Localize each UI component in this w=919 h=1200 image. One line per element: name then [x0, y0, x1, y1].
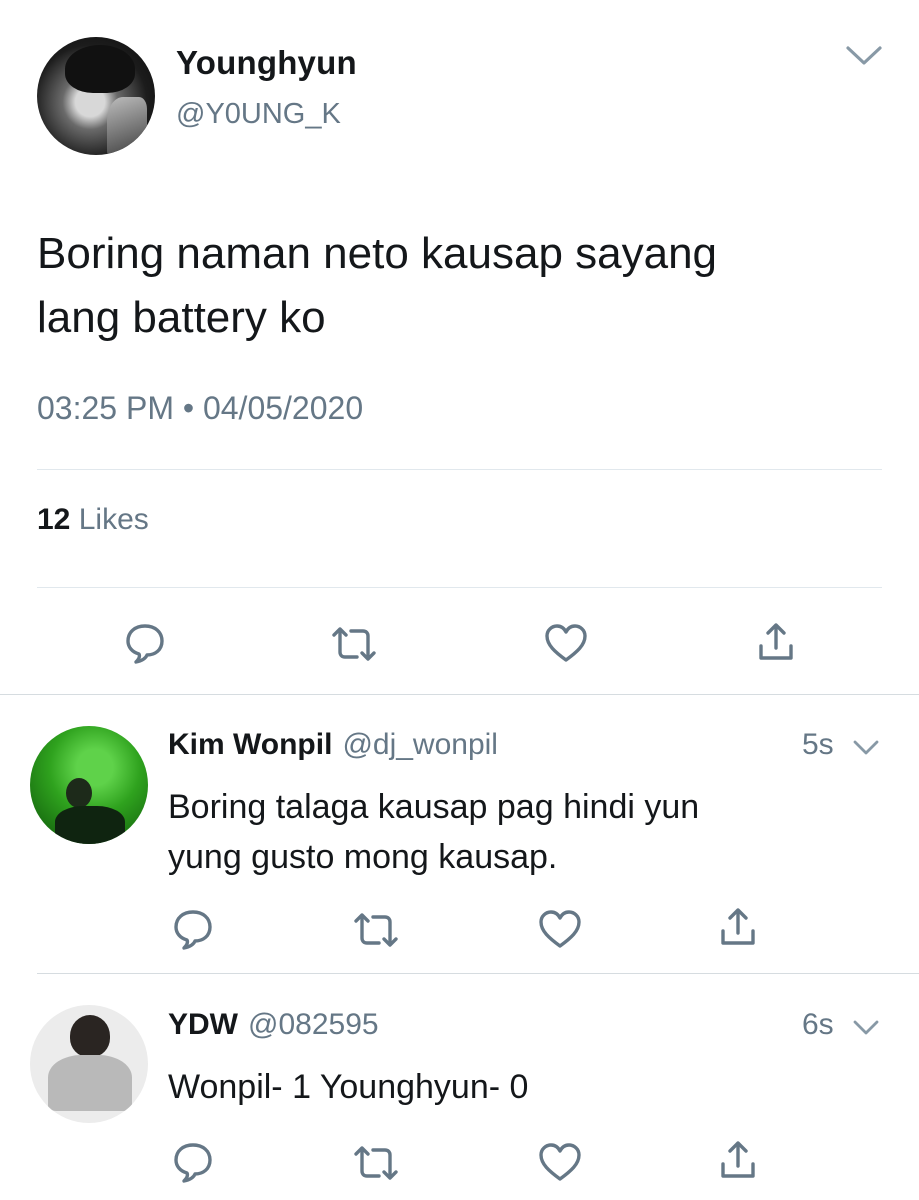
share-icon[interactable]	[720, 1140, 756, 1180]
heart-icon[interactable]	[543, 623, 589, 663]
divider	[0, 694, 919, 695]
avatar[interactable]	[30, 726, 148, 844]
reply-icon[interactable]	[124, 622, 166, 664]
reply-header: Kim Wonpil @dj_wonpil	[168, 728, 498, 762]
retweet-icon[interactable]	[353, 1143, 399, 1183]
display-name[interactable]: YDW	[168, 1008, 238, 1041]
tweet-timestamp: 03:25 PM • 04/05/2020	[37, 390, 364, 426]
display-name[interactable]: Younghyun	[176, 44, 357, 82]
reply-text-line: yung gusto mong kausap.	[168, 838, 558, 876]
reply-icon[interactable]	[172, 1141, 214, 1183]
divider	[37, 587, 882, 588]
avatar[interactable]	[30, 1005, 148, 1123]
reply-time: 6s	[802, 1008, 834, 1041]
likes-label: Likes	[78, 503, 149, 536]
chevron-down-icon[interactable]	[853, 739, 879, 757]
reply-text-line: Wonpil- 1 Younghyun- 0	[168, 1068, 529, 1106]
user-handle[interactable]: @Y0UNG_K	[176, 98, 341, 131]
divider	[37, 973, 919, 974]
chevron-down-icon[interactable]	[853, 1019, 879, 1037]
likes-summary[interactable]: 12 Likes	[37, 503, 149, 537]
user-handle[interactable]: @082595	[248, 1008, 379, 1041]
heart-icon[interactable]	[537, 1142, 583, 1182]
reply-header: YDW @082595	[168, 1008, 379, 1042]
divider	[37, 469, 882, 470]
avatar[interactable]	[37, 37, 155, 155]
share-icon[interactable]	[720, 907, 756, 947]
tweet-text: Boring naman neto kausap sayang lang bat…	[37, 222, 877, 350]
display-name[interactable]: Kim Wonpil	[168, 728, 332, 761]
heart-icon[interactable]	[537, 909, 583, 949]
reply-text: Wonpil- 1 Younghyun- 0	[168, 1062, 888, 1112]
reply-text: Boring talaga kausap pag hindi yun yung …	[168, 782, 888, 882]
retweet-icon[interactable]	[331, 624, 377, 664]
retweet-icon[interactable]	[353, 910, 399, 950]
chevron-down-icon[interactable]	[845, 44, 883, 68]
share-icon[interactable]	[758, 622, 794, 662]
tweet-text-line: Boring naman neto kausap sayang	[37, 229, 718, 278]
reply-icon[interactable]	[172, 908, 214, 950]
reply-time: 5s	[802, 728, 834, 761]
tweet-text-line: lang battery ko	[37, 293, 326, 342]
likes-count: 12	[37, 503, 71, 536]
user-handle[interactable]: @dj_wonpil	[342, 728, 498, 761]
reply-text-line: Boring talaga kausap pag hindi yun	[168, 788, 700, 826]
